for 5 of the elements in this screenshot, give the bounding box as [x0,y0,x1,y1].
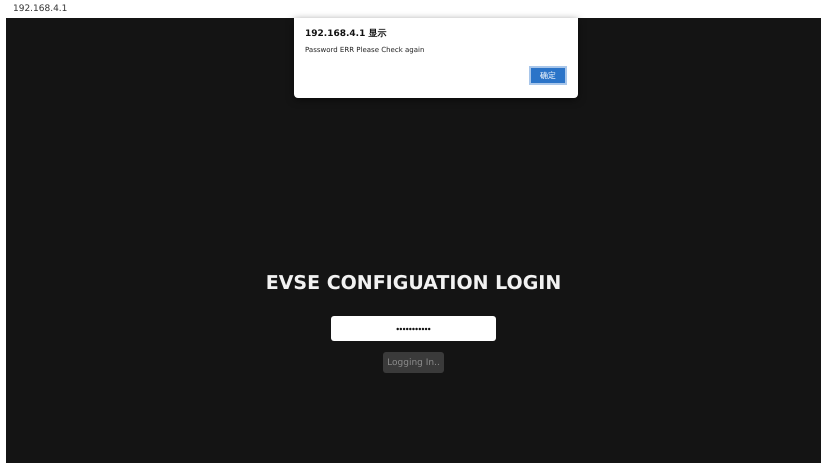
ok-button[interactable]: 确定 [529,66,567,85]
dialog-title: 192.168.4.1 显示 [305,28,388,40]
address-text: 192.168.4.1 [13,4,68,14]
login-title: EVSE CONFIGUATION LOGIN [266,272,562,296]
password-field[interactable]: ••••••••••• [331,316,496,341]
